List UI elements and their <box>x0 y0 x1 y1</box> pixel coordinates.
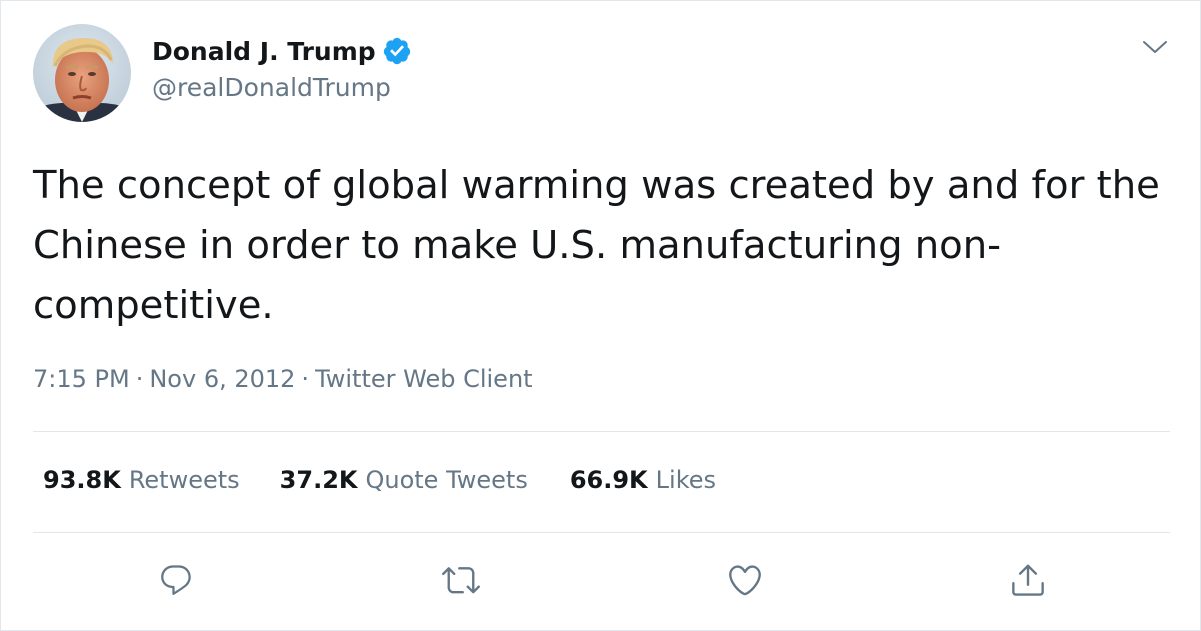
like-icon <box>726 561 764 603</box>
reply-button[interactable] <box>156 562 196 602</box>
retweet-icon <box>442 561 480 603</box>
tweet-time[interactable]: 7:15 PM <box>33 365 130 393</box>
retweets-count: 93.8K <box>43 466 121 494</box>
tweet-metadata: 7:15 PM · Nov 6, 2012 · Twitter Web Client <box>33 365 533 393</box>
tweet-date[interactable]: Nov 6, 2012 <box>149 365 295 393</box>
retweet-button[interactable] <box>441 562 481 602</box>
likes-count: 66.9K <box>569 466 648 494</box>
chevron-down-icon[interactable] <box>1142 36 1168 58</box>
avatar[interactable] <box>33 24 131 122</box>
share-icon <box>1009 561 1047 603</box>
tweet-card: Donald J. Trump @realDonaldTrump The con… <box>0 0 1201 631</box>
likes-label: Likes <box>655 466 717 494</box>
retweets-stat[interactable]: 93.8K Retweets <box>43 466 240 494</box>
divider <box>33 431 1170 432</box>
tweet-source[interactable]: Twitter Web Client <box>315 365 533 393</box>
meta-separator: · <box>135 365 144 393</box>
likes-stat[interactable]: 66.9K Likes <box>570 466 716 494</box>
quote-tweets-label: Quote Tweets <box>365 466 528 494</box>
share-button[interactable] <box>1008 562 1048 602</box>
meta-separator: · <box>301 365 310 393</box>
divider <box>33 532 1170 533</box>
quote-tweets-count: 37.2K <box>279 466 358 494</box>
verified-badge-icon <box>382 36 412 66</box>
author-handle[interactable]: @realDonaldTrump <box>152 73 391 102</box>
avatar-image <box>33 24 131 122</box>
author-name-row[interactable]: Donald J. Trump <box>152 32 412 70</box>
reply-icon <box>158 562 194 602</box>
retweets-label: Retweets <box>128 466 240 494</box>
tweet-stats: 93.8K Retweets 37.2K Quote Tweets 66.9K … <box>43 466 716 494</box>
author-display-name[interactable]: Donald J. Trump <box>152 37 376 66</box>
tweet-text: The concept of global warming was create… <box>33 163 1160 328</box>
quote-tweets-stat[interactable]: 37.2K Quote Tweets <box>280 466 528 494</box>
like-button[interactable] <box>725 562 765 602</box>
